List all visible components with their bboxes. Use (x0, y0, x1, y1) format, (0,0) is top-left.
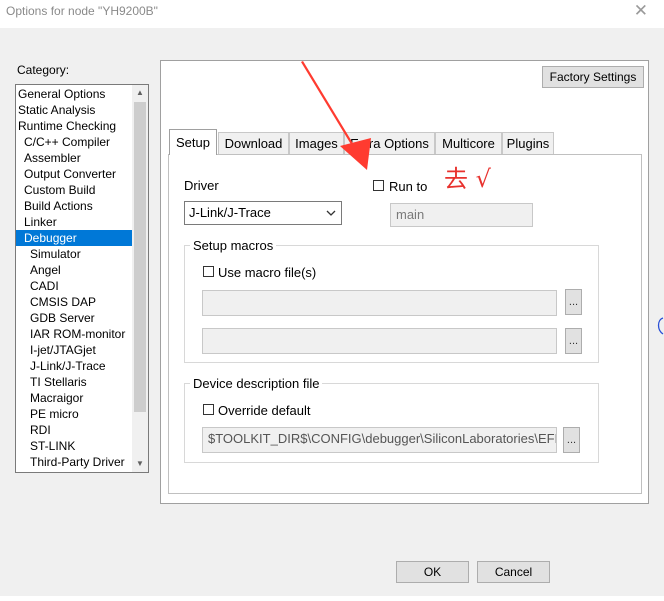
macro-browse-button-1[interactable]: ... (565, 289, 582, 315)
device-description-title: Device description file (190, 376, 323, 391)
tab-extra-options[interactable]: Extra Options (344, 132, 435, 154)
annotation-text: 去 √ (444, 165, 491, 193)
tab-setup[interactable]: Setup (169, 129, 217, 155)
override-default-checkbox[interactable] (203, 404, 214, 415)
category-item[interactable]: Macraigor (16, 390, 132, 406)
category-scrollbar[interactable]: ▲ ▼ (132, 85, 148, 472)
scroll-thumb[interactable] (134, 102, 146, 412)
category-item[interactable]: Assembler (16, 150, 132, 166)
category-item[interactable]: Third-Party Driver (16, 454, 132, 470)
driver-select[interactable]: J-Link/J-Trace (184, 201, 342, 225)
chevron-down-icon (325, 202, 337, 232)
use-macro-label: Use macro file(s) (218, 265, 317, 280)
partial-icon (657, 317, 664, 335)
category-item[interactable]: CMSIS DAP (16, 294, 132, 310)
category-item[interactable]: Output Converter (16, 166, 132, 182)
scroll-up-icon[interactable]: ▲ (132, 85, 148, 101)
driver-select-value: J-Link/J-Trace (189, 205, 271, 220)
tab-download[interactable]: Download (218, 132, 289, 154)
setup-macros-title: Setup macros (190, 238, 277, 253)
category-item[interactable]: RDI (16, 422, 132, 438)
tab-images[interactable]: Images (289, 132, 344, 154)
category-item[interactable]: GDB Server (16, 310, 132, 326)
tab-multicore[interactable]: Multicore (435, 132, 502, 154)
factory-settings-button[interactable]: Factory Settings (542, 66, 644, 88)
device-file-browse-button[interactable]: ... (563, 427, 580, 453)
category-item[interactable]: ST-LINK (16, 438, 132, 454)
run-to-label: Run to (389, 179, 428, 194)
bottom-strip (0, 596, 664, 601)
category-item[interactable]: General Options (16, 86, 132, 102)
category-item[interactable]: I-jet/JTAGjet (16, 342, 132, 358)
category-label: Category: (17, 63, 70, 77)
category-list[interactable]: General Options Static Analysis Runtime Ch… (15, 84, 149, 473)
category-item[interactable]: IAR ROM-monitor (16, 326, 132, 342)
cancel-button[interactable]: Cancel (477, 561, 550, 583)
scroll-down-icon[interactable]: ▼ (132, 456, 148, 472)
driver-label: Driver (184, 178, 219, 193)
category-item[interactable]: CADI (16, 278, 132, 294)
macro-file-input-2[interactable] (202, 328, 557, 354)
use-macro-checkbox[interactable] (203, 266, 214, 277)
run-to-checkbox[interactable] (373, 180, 384, 191)
run-to-input[interactable]: main (390, 203, 533, 227)
category-item[interactable]: PE micro (16, 406, 132, 422)
ok-button[interactable]: OK (396, 561, 469, 583)
category-item[interactable]: TI Stellaris (16, 374, 132, 390)
category-item[interactable]: C/C++ Compiler (16, 134, 132, 150)
override-default-label: Override default (218, 403, 311, 418)
device-file-input[interactable]: $TOOLKIT_DIR$\CONFIG\debugger\SiliconLab… (202, 427, 557, 453)
macro-browse-button-2[interactable]: ... (565, 328, 582, 354)
category-item[interactable]: Custom Build (16, 182, 132, 198)
category-item[interactable]: Runtime Checking (16, 118, 132, 134)
category-item[interactable]: Angel (16, 262, 132, 278)
category-item[interactable]: Linker (16, 214, 132, 230)
close-icon[interactable]: ✕ (634, 2, 648, 20)
category-item[interactable]: J-Link/J-Trace (16, 358, 132, 374)
category-item[interactable]: Static Analysis (16, 102, 132, 118)
category-item[interactable]: Debugger (16, 230, 132, 246)
tab-plugins[interactable]: Plugins (502, 132, 554, 154)
macro-file-input-1[interactable] (202, 290, 557, 316)
window-title: Options for node "YH9200B" (6, 4, 158, 18)
category-item[interactable]: Build Actions (16, 198, 132, 214)
category-item[interactable]: Simulator (16, 246, 132, 262)
